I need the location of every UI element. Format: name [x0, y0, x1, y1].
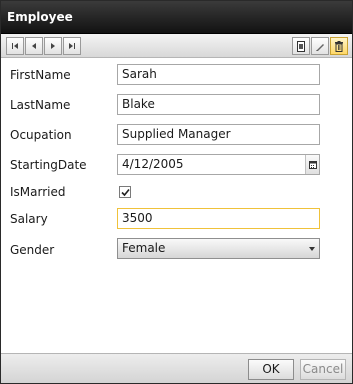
is-married-checkbox[interactable] — [119, 186, 131, 198]
window-title: Employee — [7, 10, 73, 24]
next-record-button[interactable] — [44, 37, 62, 55]
action-group — [291, 37, 348, 55]
delete-record-button[interactable] — [330, 37, 348, 55]
last-icon — [69, 43, 75, 49]
occupation-label: Ocupation — [10, 128, 72, 142]
employee-dialog: Employee FirstName Sarah LastName Blake … — [0, 0, 353, 384]
last-record-button[interactable] — [63, 37, 81, 55]
trash-icon — [335, 40, 343, 52]
calendar-icon — [308, 160, 317, 169]
new-record-button[interactable] — [292, 37, 310, 55]
gender-select[interactable]: Female — [117, 238, 320, 259]
pencil-icon — [315, 43, 324, 51]
starting-date-field[interactable]: 4/12/2005 — [117, 154, 320, 175]
next-icon — [51, 43, 55, 49]
starting-date-value: 4/12/2005 — [122, 157, 184, 171]
edit-record-button[interactable] — [311, 37, 329, 55]
first-name-field[interactable]: Sarah — [117, 64, 320, 85]
chevron-down-icon — [309, 247, 315, 251]
title-bar[interactable]: Employee — [1, 1, 352, 34]
calendar-button[interactable] — [305, 155, 319, 174]
dialog-footer: OK Cancel — [1, 353, 352, 383]
previous-record-button[interactable] — [25, 37, 43, 55]
salary-label: Salary — [10, 212, 48, 226]
salary-field[interactable]: 3500 — [117, 208, 320, 229]
first-name-label: FirstName — [10, 68, 71, 82]
navigation-group — [6, 37, 82, 55]
gender-value: Female — [122, 241, 166, 255]
record-toolbar — [1, 34, 352, 58]
cancel-button[interactable]: Cancel — [300, 359, 346, 380]
last-name-label: LastName — [10, 98, 71, 112]
first-record-button[interactable] — [6, 37, 24, 55]
ok-button[interactable]: OK — [248, 359, 294, 380]
starting-date-label: StartingDate — [10, 158, 87, 172]
new-document-icon — [297, 40, 305, 52]
previous-icon — [32, 43, 36, 49]
last-name-field[interactable]: Blake — [117, 94, 320, 115]
checkmark-icon — [120, 188, 130, 196]
first-icon — [12, 43, 18, 49]
occupation-field[interactable]: Supplied Manager — [117, 124, 320, 145]
is-married-label: IsMarried — [10, 185, 66, 199]
gender-label: Gender — [10, 243, 55, 257]
